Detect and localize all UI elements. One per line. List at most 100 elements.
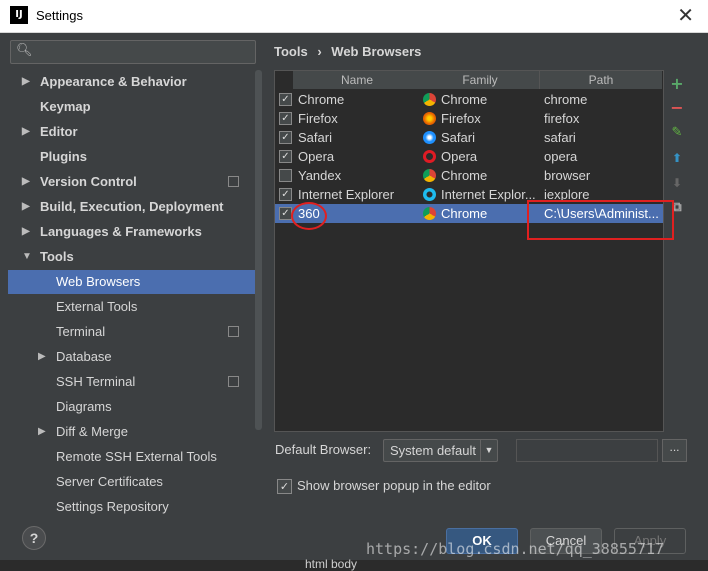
tree-item-build-execution-deployment[interactable]: ▶ Build, Execution, Deployment: [8, 195, 255, 219]
row-family-cell[interactable]: Chrome: [441, 204, 537, 223]
default-browser-select[interactable]: System default ▼: [383, 439, 498, 462]
tree-item-appearance-behavior[interactable]: ▶ Appearance & Behavior: [8, 70, 255, 94]
chevron-right-icon[interactable]: ▶: [22, 195, 30, 219]
tree-item-label: Appearance & Behavior: [40, 74, 187, 89]
row-family-cell[interactable]: Chrome: [441, 166, 537, 185]
row-path-cell[interactable]: browser: [544, 166, 662, 185]
chevron-right-icon[interactable]: ▶: [22, 220, 30, 244]
chevron-right-icon[interactable]: ▶: [22, 170, 30, 194]
tree-item-diff-merge[interactable]: ▶ Diff & Merge: [8, 420, 255, 444]
breadcrumb-current: Web Browsers: [331, 44, 422, 59]
default-browser-label: Default Browser:: [275, 442, 372, 457]
chrome-icon: [423, 207, 436, 220]
column-header-path[interactable]: Path: [540, 71, 662, 89]
chevron-right-icon[interactable]: ▶: [22, 70, 30, 94]
row-family-cell[interactable]: Opera: [441, 147, 537, 166]
tree-item-external-tools[interactable]: External Tools: [8, 295, 255, 319]
chrome-icon: [423, 93, 436, 106]
tree-item-web-browsers[interactable]: Web Browsers: [8, 270, 255, 294]
project-level-icon: [228, 176, 239, 187]
tree-item-diagrams[interactable]: Diagrams: [8, 395, 255, 419]
breadcrumb-parent[interactable]: Tools: [274, 44, 308, 59]
row-enabled-checkbox[interactable]: ✓: [279, 93, 292, 106]
settings-search-input[interactable]: 🔍︎: [10, 40, 256, 64]
tree-item-label: Database: [56, 349, 112, 364]
chevron-down-icon[interactable]: ▼: [22, 245, 32, 269]
row-family-cell[interactable]: Chrome: [441, 90, 537, 109]
row-path-cell[interactable]: firefox: [544, 109, 662, 128]
remove-icon[interactable]: −: [669, 100, 685, 116]
tree-item-version-control[interactable]: ▶ Version Control: [8, 170, 255, 194]
show-popup-checkbox[interactable]: ✓: [277, 479, 292, 494]
row-family-cell[interactable]: Internet Explor...: [441, 185, 537, 204]
help-button[interactable]: ?: [22, 526, 46, 550]
tree-item-plugins[interactable]: Plugins: [8, 145, 255, 169]
window-titlebar: IJ Settings ✕: [0, 0, 708, 33]
row-enabled-checkbox[interactable]: ✓: [279, 188, 292, 201]
row-name-cell[interactable]: Opera: [298, 147, 418, 166]
tree-item-terminal[interactable]: Terminal: [8, 320, 255, 344]
table-row[interactable]: Yandex Chrome browser: [275, 166, 663, 185]
add-icon[interactable]: +: [669, 76, 685, 92]
tree-item-languages-frameworks[interactable]: ▶ Languages & Frameworks: [8, 220, 255, 244]
close-icon[interactable]: ✕: [677, 3, 694, 27]
row-path-cell[interactable]: opera: [544, 147, 662, 166]
tree-item-keymap[interactable]: Keymap: [8, 95, 255, 119]
tree-item-remote-ssh-external-tools[interactable]: Remote SSH External Tools: [8, 445, 255, 469]
chevron-right-icon[interactable]: ▶: [38, 345, 46, 369]
firefox-icon: [423, 112, 436, 125]
breadcrumb-separator: ›: [317, 44, 322, 59]
tree-item-label: Settings Repository: [56, 499, 169, 514]
column-header-family[interactable]: Family: [421, 71, 540, 89]
column-header-name[interactable]: Name: [293, 71, 422, 89]
row-name-cell[interactable]: Chrome: [298, 90, 418, 109]
show-popup-label[interactable]: Show browser popup in the editor: [297, 478, 491, 493]
tree-item-label: Keymap: [40, 99, 91, 114]
tree-item-label: Server Certificates: [56, 474, 163, 489]
project-level-icon: [228, 376, 239, 387]
row-enabled-checkbox[interactable]: ✓: [279, 207, 292, 220]
tree-item-label: Plugins: [40, 149, 87, 164]
tree-item-server-certificates[interactable]: Server Certificates: [8, 470, 255, 494]
tree-item-settings-repository[interactable]: Settings Repository: [8, 495, 255, 519]
row-name-cell[interactable]: Safari: [298, 128, 418, 147]
chevron-right-icon[interactable]: ▶: [38, 420, 46, 444]
project-level-icon: [228, 326, 239, 337]
tree-item-ssh-terminal[interactable]: SSH Terminal: [8, 370, 255, 394]
tree-item-label: Tools: [40, 249, 74, 264]
move-down-icon[interactable]: ⬇: [669, 175, 685, 191]
tree-item-database[interactable]: ▶ Database: [8, 345, 255, 369]
intellij-app-icon: IJ: [10, 6, 28, 24]
row-name-cell[interactable]: Yandex: [298, 166, 418, 185]
browse-path-button[interactable]: ...: [662, 439, 687, 462]
edit-icon[interactable]: ✎: [669, 125, 685, 141]
tree-item-label: Terminal: [56, 324, 106, 339]
tree-item-tools[interactable]: ▼ Tools: [8, 245, 255, 269]
breadcrumb: Tools › Web Browsers: [274, 44, 421, 59]
tree-scrollbar[interactable]: [255, 70, 262, 430]
table-row[interactable]: ✓ Chrome Chrome chrome: [275, 90, 663, 109]
row-path-cell[interactable]: safari: [544, 128, 662, 147]
table-row[interactable]: ✓ Opera Opera opera: [275, 147, 663, 166]
row-path-cell[interactable]: chrome: [544, 90, 662, 109]
tree-item-editor[interactable]: ▶ Editor: [8, 120, 255, 144]
row-enabled-checkbox[interactable]: ✓: [279, 131, 292, 144]
row-family-cell[interactable]: Firefox: [441, 109, 537, 128]
row-name-cell[interactable]: Firefox: [298, 109, 418, 128]
row-enabled-checkbox[interactable]: ✓: [279, 150, 292, 163]
chevron-right-icon[interactable]: ▶: [22, 120, 30, 144]
move-up-icon[interactable]: ⬆: [669, 150, 685, 166]
row-enabled-checkbox[interactable]: [279, 169, 292, 182]
editor-breadcrumb-text: html body: [305, 557, 358, 571]
safari-icon: [423, 131, 436, 144]
table-row[interactable]: ✓ Firefox Firefox firefox: [275, 109, 663, 128]
row-name-cell[interactable]: Internet Explorer: [298, 185, 418, 204]
ie-icon: [423, 188, 436, 201]
row-enabled-checkbox[interactable]: ✓: [279, 112, 292, 125]
chevron-down-icon: ▼: [480, 440, 497, 461]
opera-icon: [423, 150, 436, 163]
table-row[interactable]: ✓ Safari Safari safari: [275, 128, 663, 147]
browser-path-field[interactable]: [516, 439, 658, 462]
row-family-cell[interactable]: Safari: [441, 128, 537, 147]
browsers-table[interactable]: Name Family Path ✓ Chrome Chrome chrome ✓ Fir…: [274, 70, 664, 432]
